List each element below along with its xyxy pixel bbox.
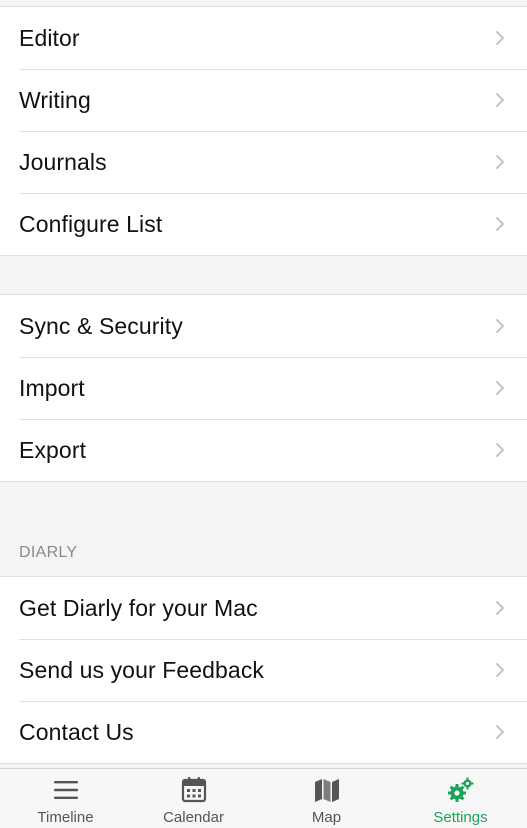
- tab-map[interactable]: Map: [261, 769, 392, 828]
- tab-timeline[interactable]: Timeline: [0, 769, 131, 828]
- row-label: Send us your Feedback: [19, 656, 265, 683]
- chevron-right-icon: [496, 663, 504, 677]
- section-header-diarly: DIARLY: [19, 544, 78, 561]
- gears-icon: [447, 777, 473, 802]
- map-icon: [314, 779, 339, 802]
- settings-group-general: Editor Writing Journals Configure List: [0, 6, 527, 256]
- tab-bar: Timeline Calendar Map Settings: [0, 768, 527, 828]
- settings-row-import[interactable]: Import: [0, 357, 527, 419]
- chevron-right-icon: [496, 381, 504, 395]
- chevron-right-icon: [496, 31, 504, 45]
- tab-calendar[interactable]: Calendar: [128, 769, 259, 828]
- row-label: Export: [19, 436, 87, 463]
- row-label: Get Diarly for your Mac: [19, 594, 258, 621]
- calendar-icon: [181, 777, 206, 803]
- chevron-right-icon: [496, 217, 504, 231]
- chevron-right-icon: [496, 601, 504, 615]
- row-label: Configure List: [19, 210, 163, 237]
- hamburger-icon: [53, 781, 78, 799]
- settings-row-export[interactable]: Export: [0, 419, 527, 481]
- row-label: Contact Us: [19, 718, 134, 745]
- settings-group-diarly: Get Diarly for your Mac Send us your Fee…: [0, 576, 527, 764]
- settings-row-feedback[interactable]: Send us your Feedback: [0, 639, 527, 701]
- settings-row-journals[interactable]: Journals: [0, 131, 527, 193]
- chevron-right-icon: [496, 155, 504, 169]
- settings-row-editor[interactable]: Editor: [0, 7, 527, 69]
- settings-row-contact-us[interactable]: Contact Us: [0, 701, 527, 763]
- settings-row-configure-list[interactable]: Configure List: [0, 193, 527, 255]
- settings-row-sync-security[interactable]: Sync & Security: [0, 295, 527, 357]
- chevron-right-icon: [496, 319, 504, 333]
- row-label: Journals: [19, 148, 107, 175]
- chevron-right-icon: [496, 93, 504, 107]
- row-label: Import: [19, 374, 85, 401]
- tab-label: Settings: [433, 809, 488, 826]
- row-label: Editor: [19, 24, 80, 51]
- tab-label: Map: [311, 809, 342, 826]
- row-label: Sync & Security: [19, 312, 183, 339]
- chevron-right-icon: [496, 725, 504, 739]
- tab-label: Calendar: [163, 809, 224, 826]
- row-label: Writing: [19, 86, 91, 113]
- chevron-right-icon: [496, 443, 504, 457]
- settings-row-get-diarly-mac[interactable]: Get Diarly for your Mac: [0, 577, 527, 639]
- settings-row-writing[interactable]: Writing: [0, 69, 527, 131]
- tab-label: Timeline: [37, 809, 94, 826]
- tab-settings[interactable]: Settings: [395, 769, 526, 828]
- settings-group-data: Sync & Security Import Export: [0, 294, 527, 482]
- settings-screen: Editor Writing Journals Configure List S…: [0, 0, 527, 828]
